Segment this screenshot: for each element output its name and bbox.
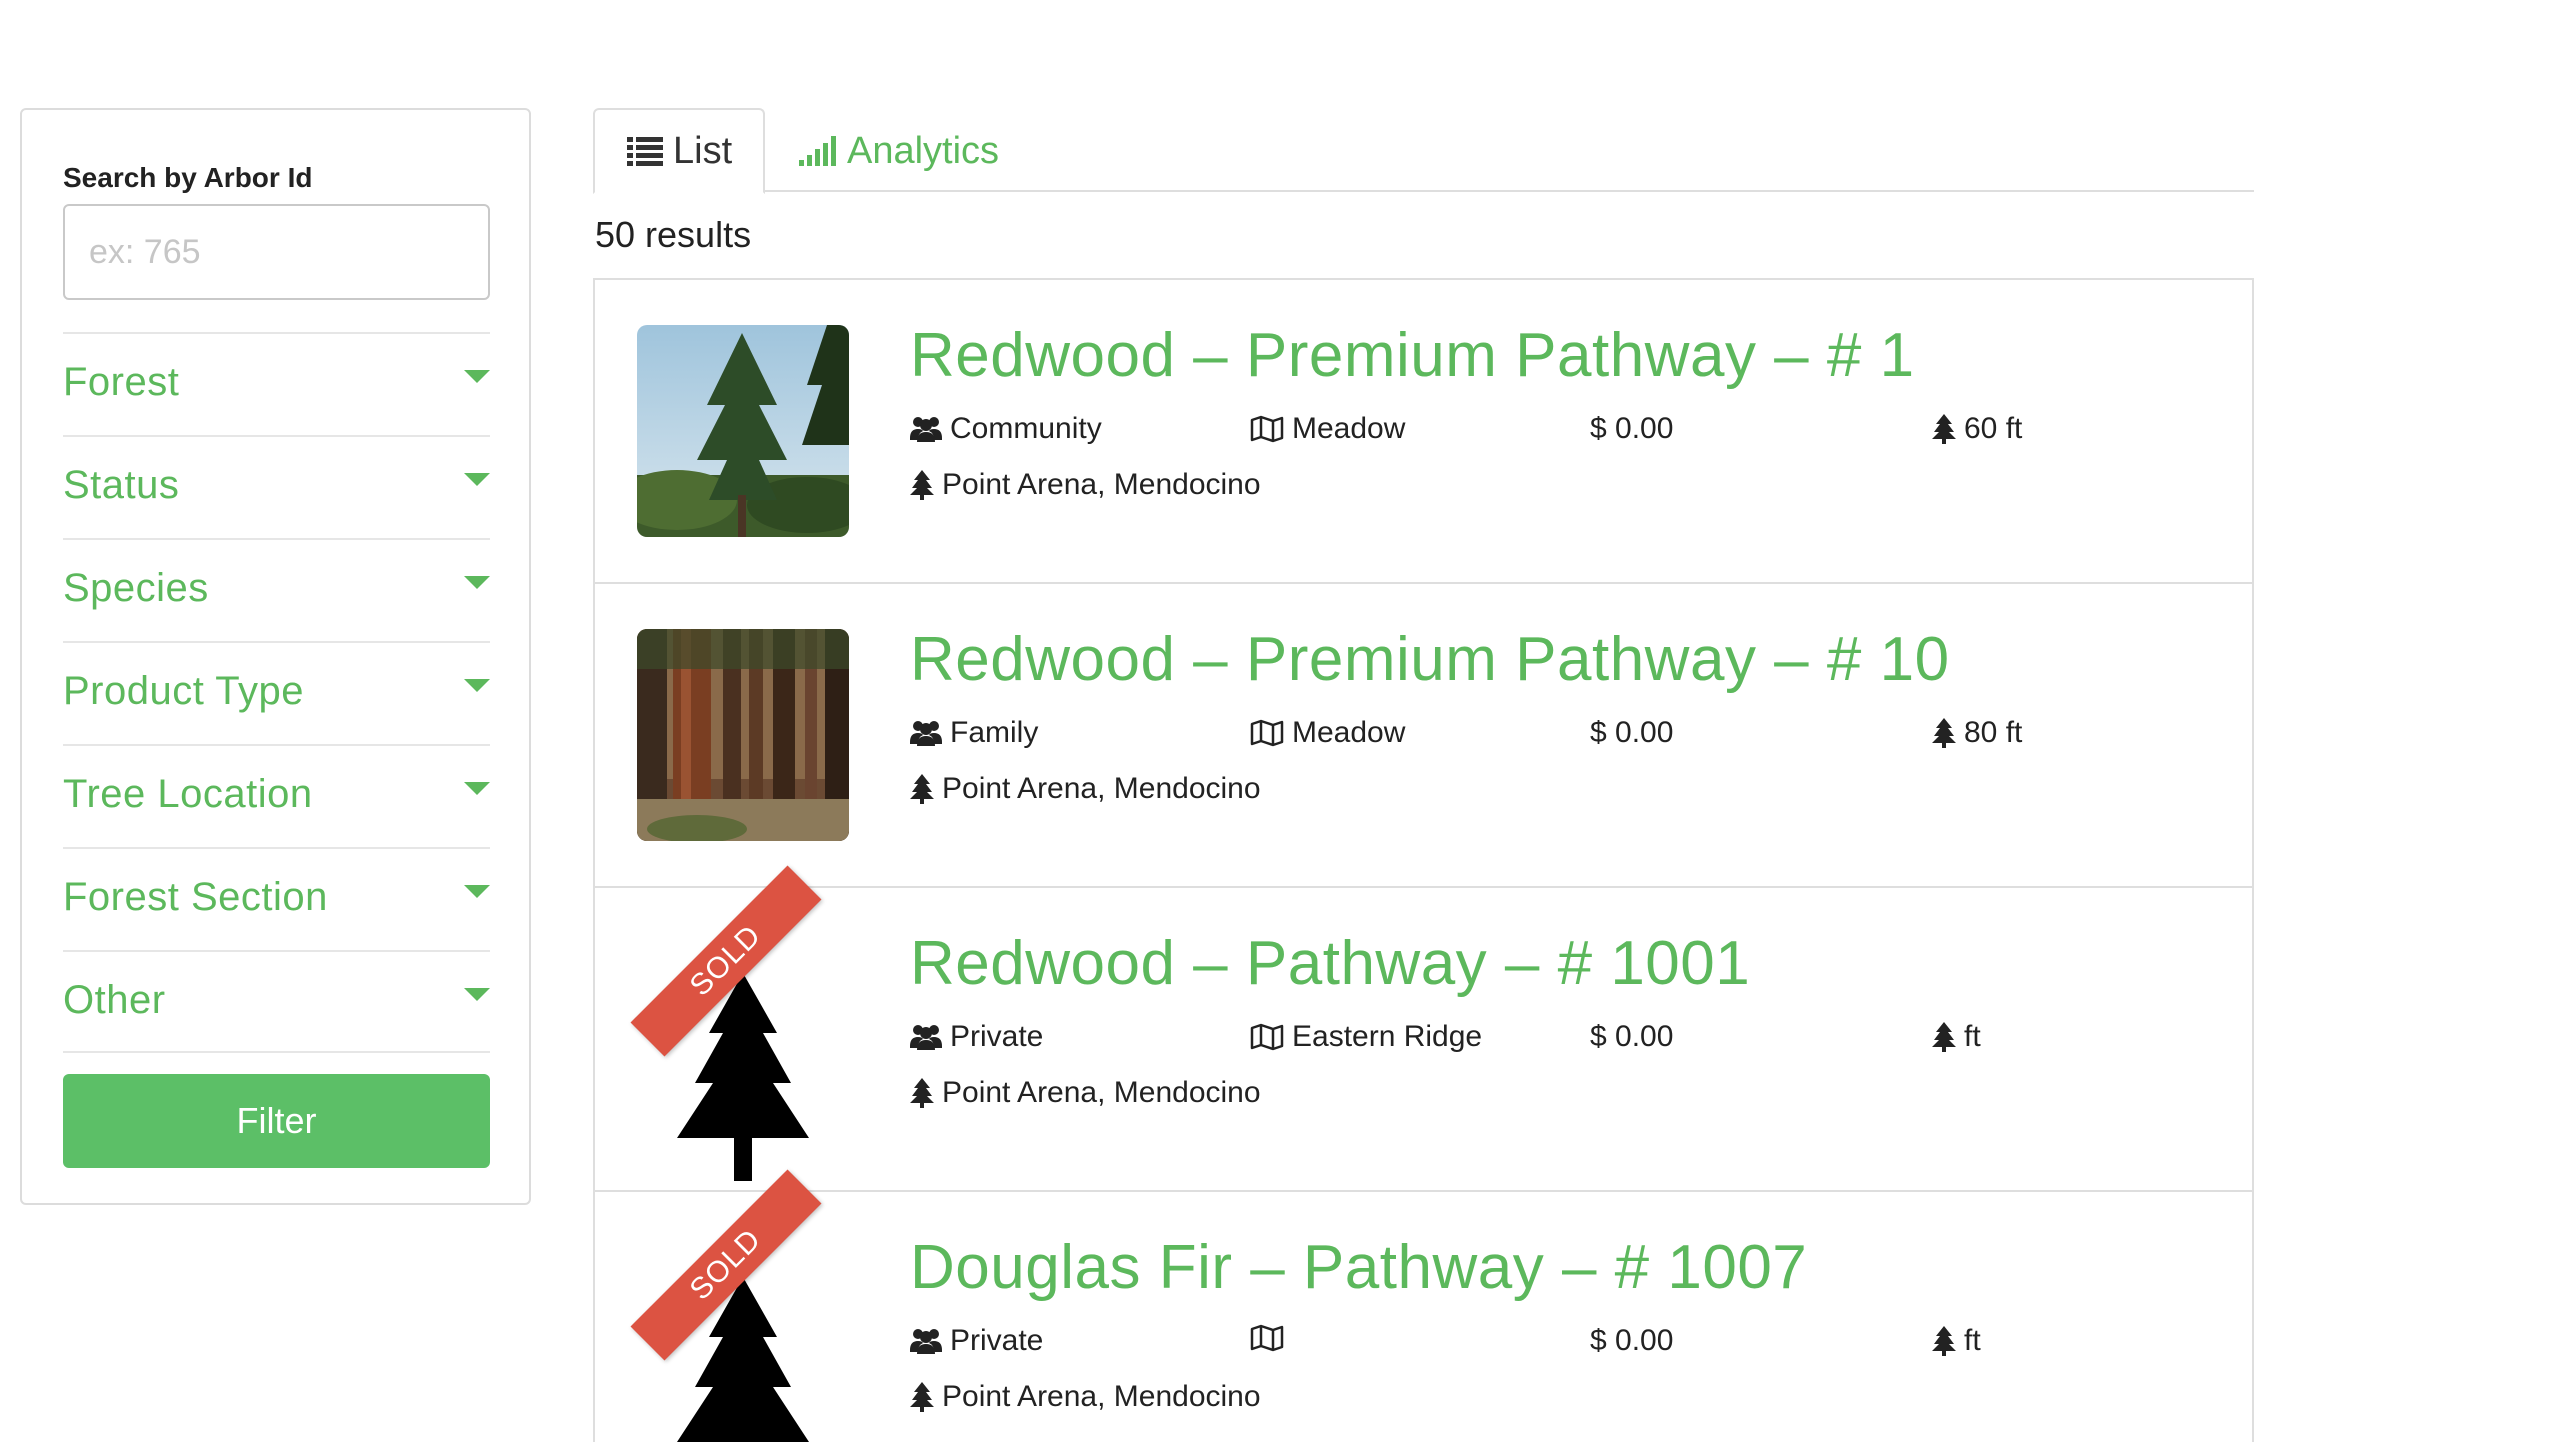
owner-type: Community — [910, 412, 1102, 446]
area — [1250, 1324, 1292, 1352]
filter-label: Product Type — [63, 669, 304, 713]
height: ft — [1932, 1324, 1981, 1358]
tab-analytics[interactable]: Analytics — [799, 108, 999, 194]
search-label: Search by Arbor Id — [63, 162, 313, 193]
users-icon — [910, 416, 942, 442]
location: Point Arena, Mendocino — [910, 1380, 1261, 1414]
result-card[interactable]: Redwood – Premium Pathway – # 1 Communit… — [595, 280, 2252, 584]
owner-type: Private — [910, 1324, 1043, 1358]
height: 60 ft — [1932, 412, 2022, 446]
filter-species[interactable]: Species — [63, 538, 490, 641]
tree-icon — [1932, 718, 1956, 748]
result-title[interactable]: Redwood – Premium Pathway – # 10 — [910, 624, 1950, 695]
area: Meadow — [1250, 716, 1405, 750]
height: ft — [1932, 1020, 1981, 1054]
owner-label: Private — [950, 1020, 1044, 1053]
tree-icon — [910, 470, 934, 500]
filter-label: Status — [63, 463, 180, 507]
filter-forest-section[interactable]: Forest Section — [63, 847, 490, 950]
owner-label: Community — [950, 412, 1102, 445]
tree-placeholder[interactable]: SOLD — [630, 1169, 849, 1442]
filter-tree-location[interactable]: Tree Location — [63, 744, 490, 847]
owner-type: Family — [910, 716, 1038, 750]
area-label: Meadow — [1292, 412, 1406, 445]
area: Eastern Ridge — [1250, 1020, 1482, 1054]
tab-list-label: List — [673, 129, 733, 172]
location-label: Point Arena, Mendocino — [942, 1076, 1261, 1109]
signal-bars-icon — [799, 136, 837, 166]
map-icon — [1250, 719, 1284, 747]
owner-label: Family — [950, 716, 1039, 749]
tab-list[interactable]: List — [593, 108, 765, 194]
caret-down-icon — [464, 885, 490, 898]
map-icon — [1250, 415, 1284, 443]
filter-label: Other — [63, 978, 166, 1022]
filter-label: Species — [63, 566, 209, 610]
users-icon — [910, 720, 942, 746]
caret-down-icon — [464, 576, 490, 589]
height: 80 ft — [1932, 716, 2022, 750]
list-icon — [627, 136, 663, 166]
caret-down-icon — [464, 370, 490, 383]
tree-placeholder[interactable]: SOLD — [630, 865, 849, 1183]
filter-label: Tree Location — [63, 772, 313, 816]
tree-icon — [1932, 1326, 1956, 1356]
location: Point Arena, Mendocino — [910, 468, 1261, 502]
result-card[interactable]: SOLD Douglas Fir – Pathway – # 1007 Priv… — [595, 1169, 2252, 1442]
filter-product-type[interactable]: Product Type — [63, 641, 490, 744]
result-title[interactable]: Redwood – Pathway – # 1001 — [910, 928, 1750, 999]
result-card[interactable]: Redwood – Premium Pathway – # 10 Family … — [595, 584, 2252, 888]
location: Point Arena, Mendocino — [910, 1076, 1261, 1110]
height-label: 80 ft — [1964, 716, 2023, 749]
filter-status[interactable]: Status — [63, 435, 490, 538]
map-icon — [1250, 1023, 1284, 1051]
tree-icon — [1932, 1022, 1956, 1052]
tree-icon — [1932, 414, 1956, 444]
result-title[interactable]: Douglas Fir – Pathway – # 1007 — [910, 1232, 1807, 1303]
caret-down-icon — [464, 473, 490, 486]
caret-down-icon — [464, 679, 490, 692]
tree-icon — [910, 1382, 934, 1412]
caret-down-icon — [464, 782, 490, 795]
price: $ 0.00 — [1590, 1324, 1674, 1357]
filter-other[interactable]: Other — [63, 950, 490, 1053]
price: $ 0.00 — [1590, 412, 1674, 445]
filter-label: Forest — [63, 360, 180, 404]
owner-label: Private — [950, 1324, 1044, 1357]
filter-button[interactable]: Filter — [63, 1074, 490, 1168]
location: Point Arena, Mendocino — [910, 772, 1261, 806]
tab-analytics-label: Analytics — [847, 129, 1000, 172]
filter-label: Forest Section — [63, 875, 328, 919]
area-label: Eastern Ridge — [1292, 1020, 1483, 1053]
price: $ 0.00 — [1590, 716, 1674, 749]
arbor-id-search-input[interactable] — [63, 204, 490, 300]
result-title[interactable]: Redwood – Premium Pathway – # 1 — [910, 320, 1915, 391]
map-icon — [1250, 1324, 1284, 1352]
results-count: 50 results — [595, 214, 752, 255]
location-label: Point Arena, Mendocino — [942, 468, 1261, 501]
caret-down-icon — [464, 988, 490, 1001]
results-list: Redwood – Premium Pathway – # 1 Communit… — [593, 278, 2254, 1442]
location-label: Point Arena, Mendocino — [942, 1380, 1261, 1413]
tree-icon — [910, 774, 934, 804]
tree-icon — [910, 1078, 934, 1108]
users-icon — [910, 1328, 942, 1354]
owner-type: Private — [910, 1020, 1043, 1054]
location-label: Point Arena, Mendocino — [942, 772, 1261, 805]
price: $ 0.00 — [1590, 1020, 1674, 1053]
view-tabs: List Analytics — [593, 108, 2254, 194]
result-card[interactable]: SOLD Redwood – Pathway – # 1001 Private … — [595, 865, 2252, 1192]
filter-sidebar: Search by Arbor Id Forest Status Species… — [20, 108, 531, 1205]
filter-forest[interactable]: Forest — [63, 332, 490, 435]
area-label: Meadow — [1292, 716, 1406, 749]
height-label: 60 ft — [1964, 412, 2023, 445]
tree-photo[interactable] — [637, 325, 849, 537]
area: Meadow — [1250, 412, 1405, 446]
filter-list: Forest Status Species Product Type Tree … — [63, 332, 490, 1053]
tree-photo[interactable] — [637, 629, 849, 841]
height-label: ft — [1964, 1324, 1981, 1357]
users-icon — [910, 1024, 942, 1050]
height-label: ft — [1964, 1020, 1981, 1053]
